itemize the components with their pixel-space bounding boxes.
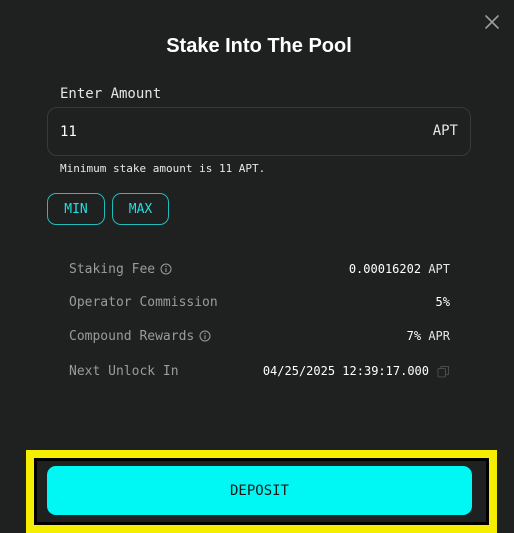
amount-unit: APT bbox=[432, 123, 458, 139]
next-unlock-row: Next Unlock In 04/25/2025 12:39:17.000 bbox=[69, 361, 450, 381]
amount-input[interactable] bbox=[60, 108, 400, 155]
close-icon bbox=[485, 15, 499, 29]
compound-rewards-unit: APR bbox=[428, 329, 450, 343]
info-icon[interactable] bbox=[160, 263, 172, 275]
staking-fee-unit: APT bbox=[428, 262, 450, 276]
staking-fee-value: 0.00016202 bbox=[348, 262, 422, 276]
staking-fee-label: Staking Fee bbox=[69, 261, 156, 277]
compound-rewards-value: 7% bbox=[406, 329, 422, 343]
compound-rewards-label: Compound Rewards bbox=[69, 328, 195, 344]
info-icon[interactable] bbox=[199, 330, 211, 342]
close-button[interactable] bbox=[481, 11, 503, 33]
max-button[interactable]: MAX bbox=[112, 193, 169, 225]
dialog-title: Stake Into The Pool bbox=[166, 35, 352, 57]
amount-field[interactable]: APT bbox=[47, 107, 471, 156]
minimum-stake-note: Minimum stake amount is 11 APT. bbox=[60, 162, 266, 175]
amount-label: Enter Amount bbox=[60, 86, 162, 102]
next-unlock-value: 04/25/2025 12:39:17.000 bbox=[262, 364, 429, 378]
deposit-button[interactable]: DEPOSIT bbox=[47, 466, 472, 515]
compound-rewards-row: Compound Rewards 7% APR bbox=[69, 326, 450, 346]
operator-commission-row: Operator Commission 5% bbox=[69, 292, 450, 312]
operator-commission-value: 5% bbox=[435, 295, 450, 309]
min-button[interactable]: MIN bbox=[47, 193, 105, 225]
copy-icon[interactable] bbox=[437, 365, 450, 378]
staking-fee-row: Staking Fee 0.00016202 APT bbox=[69, 259, 450, 279]
operator-commission-label: Operator Commission bbox=[69, 294, 218, 310]
next-unlock-label: Next Unlock In bbox=[69, 363, 179, 379]
